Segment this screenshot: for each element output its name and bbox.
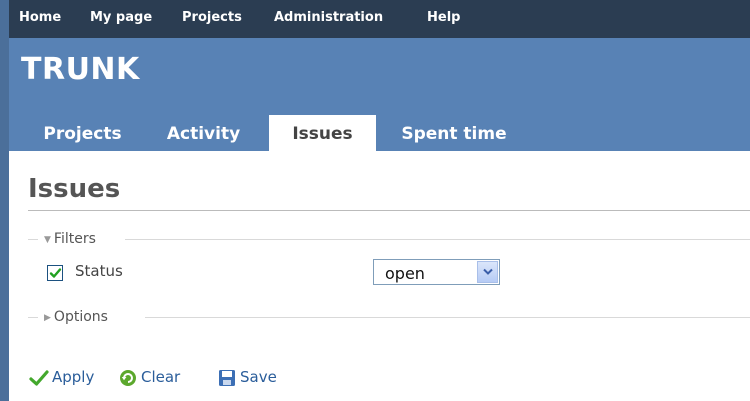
title-divider <box>28 210 750 211</box>
top-menu-administration[interactable]: Administration <box>274 10 383 25</box>
page-title: Issues <box>28 174 121 204</box>
checkmark-icon <box>49 268 62 278</box>
top-menu-my-page[interactable]: My page <box>90 10 152 25</box>
triangle-down-icon: ▼ <box>44 235 51 245</box>
status-operator-select[interactable]: open <box>373 259 500 285</box>
status-filter-label: Status <box>75 262 123 280</box>
apply-link[interactable]: Apply <box>52 368 94 386</box>
project-title: TRUNK <box>21 52 140 87</box>
reload-icon[interactable] <box>118 369 138 387</box>
options-legend-label: Options <box>53 309 108 325</box>
filters-legend-label: Filters <box>53 231 96 247</box>
clear-link[interactable]: Clear <box>141 368 180 386</box>
filters-fieldset-line-right <box>125 239 750 240</box>
app-frame: Home My page Projects Administration Hel… <box>0 0 750 401</box>
status-select-value: open <box>385 264 425 283</box>
triangle-right-icon: ▶ <box>44 313 51 323</box>
filters-fieldset-line-left <box>28 239 38 240</box>
top-menu-help[interactable]: Help <box>427 10 460 25</box>
top-menu-projects[interactable]: Projects <box>182 10 242 25</box>
options-fieldset-line-right <box>145 317 750 318</box>
status-filter-checkbox[interactable] <box>47 265 63 281</box>
project-header: TRUNK Projects Activity Issues Spent tim… <box>9 38 750 151</box>
chevron-down-icon[interactable] <box>477 261 498 283</box>
filters-legend[interactable]: ▼ Filters <box>44 231 96 247</box>
left-edge-border <box>0 0 9 401</box>
options-legend[interactable]: ▶ Options <box>44 309 108 325</box>
tab-issues[interactable]: Issues <box>269 115 376 151</box>
options-fieldset-line-left <box>28 317 38 318</box>
tab-spent-time[interactable]: Spent time <box>387 115 521 151</box>
save-link[interactable]: Save <box>240 368 277 386</box>
tab-projects[interactable]: Projects <box>29 115 136 151</box>
checkmark-icon[interactable] <box>29 369 49 387</box>
floppy-disk-icon[interactable] <box>217 369 237 387</box>
top-menu-home[interactable]: Home <box>19 10 61 25</box>
main-content: Issues ▼ Filters Status open ▶ Options A… <box>9 151 750 401</box>
top-menu: Home My page Projects Administration Hel… <box>9 0 750 38</box>
tab-activity[interactable]: Activity <box>148 115 259 151</box>
